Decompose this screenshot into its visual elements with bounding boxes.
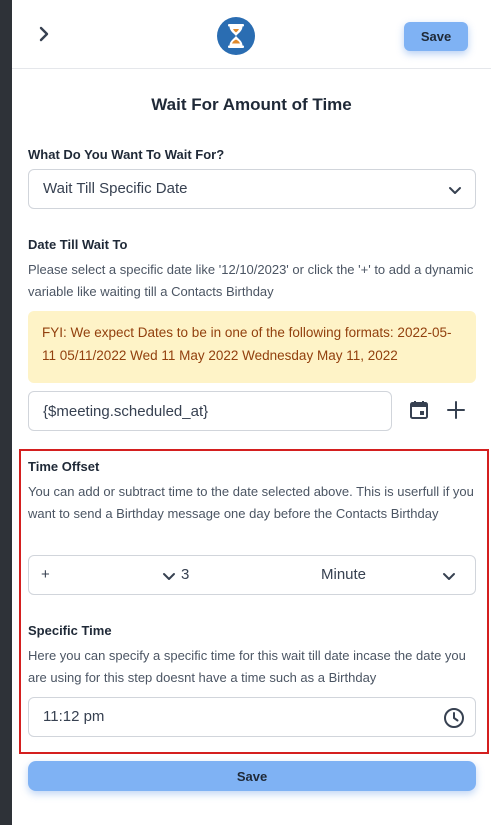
offset-operator-select[interactable]: +	[41, 566, 50, 583]
chevron-right-icon[interactable]	[32, 22, 56, 46]
time-offset-controls: + 3 Minute	[28, 555, 476, 595]
specific-time-label: Specific Time	[28, 623, 112, 638]
wait-for-label: What Do You Want To Wait For?	[28, 147, 225, 162]
date-variable-input[interactable]	[28, 391, 392, 431]
page-title: Wait For Amount of Time	[151, 95, 352, 114]
save-button-bottom[interactable]: Save	[28, 761, 476, 791]
chevron-down-icon[interactable]	[161, 568, 177, 584]
time-offset-help: You can add or subtract time to the date…	[28, 484, 474, 521]
wait-settings-panel: Save Wait For Amount of Time What Do You…	[12, 0, 491, 825]
specific-time-value: 11:12 pm	[43, 708, 105, 725]
calendar-icon[interactable]	[408, 399, 430, 421]
clock-icon[interactable]	[443, 707, 465, 729]
specific-time-input[interactable]: 11:12 pm	[28, 697, 476, 737]
time-offset-label: Time Offset	[28, 459, 100, 474]
wait-type-select[interactable]: Wait Till Specific Date	[28, 169, 476, 209]
save-button-top[interactable]: Save	[404, 22, 468, 51]
add-variable-icon[interactable]	[445, 399, 467, 421]
offset-unit-select[interactable]: Minute	[321, 566, 366, 583]
hourglass-logo-icon	[216, 16, 256, 56]
date-till-help: Please select a specific date like '12/1…	[28, 262, 474, 299]
panel-header: Save	[12, 0, 491, 69]
specific-time-help: Here you can specify a specific time for…	[28, 648, 466, 685]
date-till-label: Date Till Wait To	[28, 237, 128, 252]
offset-amount-input[interactable]: 3	[181, 566, 189, 583]
chevron-down-icon	[447, 182, 463, 198]
left-sidebar-edge	[0, 0, 12, 825]
wait-type-value: Wait Till Specific Date	[43, 180, 188, 197]
chevron-down-icon[interactable]	[441, 568, 457, 584]
date-format-notice: FYI: We expect Dates to be in one of the…	[28, 311, 476, 383]
